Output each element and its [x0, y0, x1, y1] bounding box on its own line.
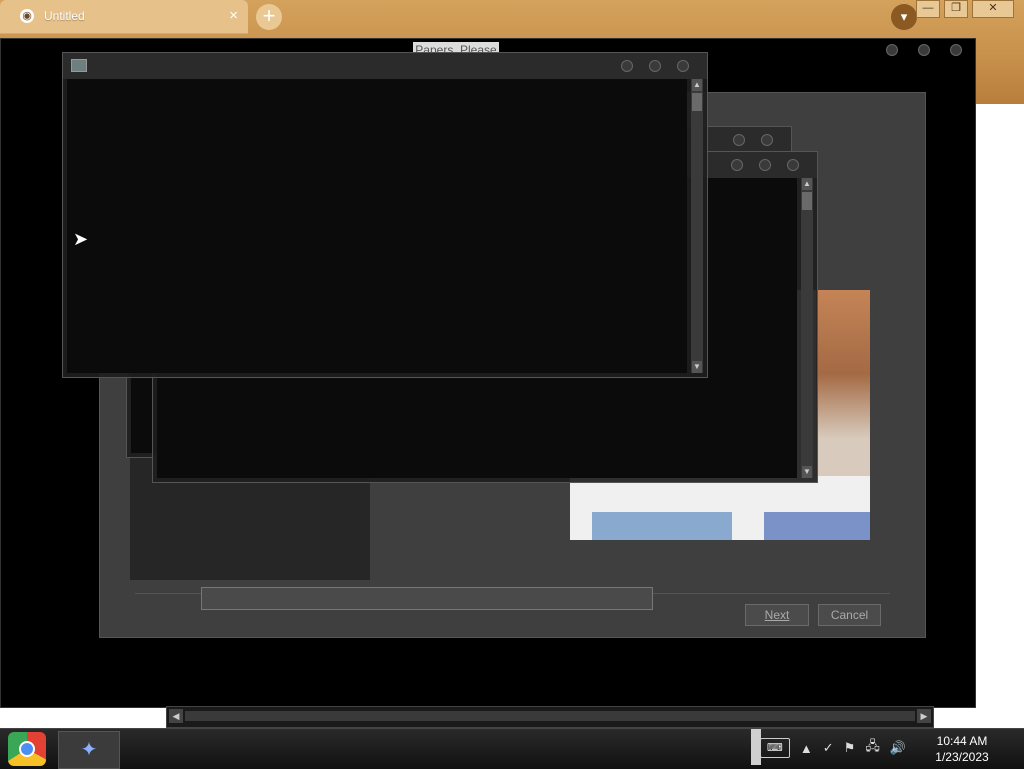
close-dot-icon[interactable]	[761, 134, 773, 146]
minimize-dot-icon[interactable]	[621, 60, 633, 72]
browser-tab[interactable]: ◉ Untitled ×	[0, 0, 248, 34]
vertical-scrollbar[interactable]: ▲ ▼	[801, 178, 813, 478]
flag-icon[interactable]: ⚑	[844, 740, 856, 756]
close-dot-icon[interactable]	[677, 60, 689, 72]
vertical-scrollbar[interactable]: ▲ ▼	[691, 79, 703, 373]
profile-chevron-icon[interactable]: ▾	[891, 4, 917, 30]
minimize-dot-icon[interactable]	[733, 134, 745, 146]
scroll-thumb[interactable]	[692, 93, 702, 111]
restore-button[interactable]: ❐	[944, 0, 968, 18]
action-center-icon[interactable]: ✓	[823, 740, 834, 756]
horizontal-scrollbar[interactable]: ◀ ▶	[166, 706, 934, 728]
cancel-button[interactable]: Cancel	[818, 604, 881, 626]
window-controls: — ❐ ✕	[916, 0, 1014, 18]
next-button-label: Next	[764, 608, 790, 622]
maximize-dot-icon[interactable]	[649, 60, 661, 72]
window-body	[67, 79, 687, 373]
game-window-controls	[886, 44, 962, 56]
progress-bar	[201, 587, 653, 610]
scroll-up-icon[interactable]: ▲	[802, 178, 812, 190]
clock-time: 10:44 AM	[936, 734, 988, 748]
close-dot-icon[interactable]	[950, 44, 962, 56]
globe-icon: ◉	[20, 9, 34, 23]
keyboard-icon[interactable]: ⌨	[759, 738, 790, 758]
mouse-cursor-icon: ➤	[73, 229, 89, 249]
taskbar-app-icon[interactable]: ✦	[58, 731, 120, 769]
image-tile	[592, 512, 732, 540]
show-hidden-icons-icon[interactable]: ▲	[800, 741, 813, 756]
scroll-thumb[interactable]	[802, 192, 812, 210]
minimize-button[interactable]: —	[916, 0, 940, 18]
close-tab-icon[interactable]: ×	[229, 7, 238, 24]
chrome-icon[interactable]	[8, 732, 46, 766]
volume-icon[interactable]: 🔊	[890, 740, 906, 756]
maximize-dot-icon[interactable]	[918, 44, 930, 56]
scroll-up-icon[interactable]: ▲	[692, 79, 702, 91]
tab-title: Untitled	[44, 9, 85, 23]
window-titlebar[interactable]	[63, 53, 707, 79]
image-tile	[764, 512, 870, 540]
scroll-down-icon[interactable]: ▼	[802, 466, 812, 478]
scroll-track[interactable]	[185, 711, 915, 721]
taskbar-grip[interactable]	[751, 729, 761, 765]
minimize-dot-icon[interactable]	[731, 159, 743, 171]
minimize-dot-icon[interactable]	[886, 44, 898, 56]
scroll-right-icon[interactable]: ▶	[917, 709, 931, 723]
taskbar: ✦ ⌨ ▲ ✓ ⚑ 🖧 🔊 10:44 AM 1/23/2023	[0, 728, 1024, 769]
system-tray: ⌨ ▲ ✓ ⚑ 🖧 🔊	[759, 737, 906, 759]
network-icon[interactable]: 🖧	[865, 737, 880, 759]
close-window-button[interactable]: ✕	[972, 0, 1014, 18]
window-icon	[71, 59, 87, 72]
clock[interactable]: 10:44 AM 1/23/2023	[916, 733, 1008, 765]
clock-date: 1/23/2023	[935, 750, 989, 764]
maximize-dot-icon[interactable]	[759, 159, 771, 171]
image-detail	[816, 290, 870, 476]
overlay-window-1[interactable]: ▲ ▼	[62, 52, 708, 378]
scroll-down-icon[interactable]: ▼	[692, 361, 702, 373]
next-button[interactable]: Next	[745, 604, 809, 626]
new-tab-button[interactable]: +	[256, 4, 282, 30]
scroll-left-icon[interactable]: ◀	[169, 709, 183, 723]
close-dot-icon[interactable]	[787, 159, 799, 171]
